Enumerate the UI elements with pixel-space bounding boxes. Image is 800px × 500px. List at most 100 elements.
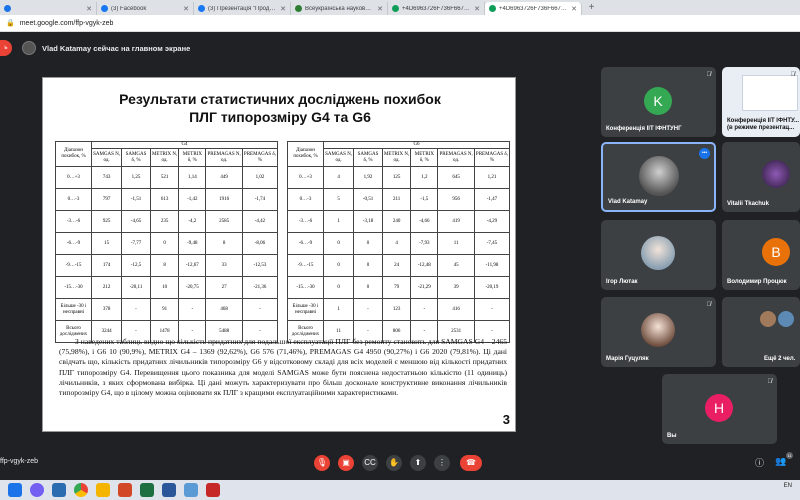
table-cell: 797 — [90, 188, 123, 211]
word-icon[interactable] — [162, 483, 176, 497]
table-cell: 8 — [149, 254, 180, 277]
table-cell: -0,51 — [353, 188, 383, 211]
table-cell: -4,42 — [241, 210, 279, 233]
participant-name: Vitalii Tkachuk — [727, 201, 769, 207]
avatar — [762, 160, 790, 188]
more-participants-label: Ещё 2 чел. — [764, 356, 796, 362]
excel-icon[interactable] — [140, 483, 154, 497]
table-cell: 240 — [381, 210, 412, 233]
table-cell: -15…-30 — [287, 276, 324, 299]
participant-tile[interactable]: Vitalii Tkachuk — [722, 142, 800, 212]
avatar: B — [762, 238, 790, 266]
table-cell: -6…-9 — [55, 232, 92, 255]
table-cell: -1,47 — [473, 188, 511, 211]
participant-tile-more[interactable]: Ещё 2 чел. — [722, 297, 800, 367]
table-cell: 27 — [205, 276, 243, 299]
table-row: -6…-9 15 -7,77 0 -9,48 8 -8,06 — [55, 232, 279, 255]
participant-tile[interactable]: Ігор Лютак — [601, 220, 716, 290]
table-cell: 5 — [322, 188, 355, 211]
table-cell: 0 — [322, 232, 355, 255]
new-tab-button[interactable]: + — [585, 2, 598, 15]
tab-2[interactable]: (3) Презентація "Продукція ROA...✕ — [194, 2, 291, 15]
table-cell: -1,74 — [241, 188, 279, 211]
table-cell: 1,21 — [473, 166, 511, 189]
sheets-favicon-icon — [489, 5, 496, 12]
table-cell: 416 — [437, 298, 475, 321]
stop-presenting-button[interactable]: ь — [0, 40, 12, 56]
table-cell: Більше -30 і несправні — [287, 298, 324, 321]
table-cell: 645 — [437, 166, 475, 189]
table-cell: 125 — [381, 166, 412, 189]
present-button[interactable]: ⬆ — [410, 455, 426, 471]
table-cell: 1,02 — [241, 166, 279, 189]
table-cell: - — [410, 298, 439, 321]
close-tab-icon[interactable]: ✕ — [474, 5, 480, 13]
close-tab-icon[interactable]: ✕ — [377, 5, 383, 13]
people-icon[interactable]: 👥 — [775, 456, 786, 467]
table-cell: 45 — [437, 254, 475, 277]
table-header-group: G6 — [323, 141, 510, 149]
table-cell: -1,51 — [121, 188, 151, 211]
leave-call-button[interactable]: ☎ — [460, 455, 482, 471]
mic-off-icon: 🎙̸ — [706, 302, 712, 308]
start-icon[interactable] — [8, 483, 22, 497]
pdf-icon[interactable] — [206, 483, 220, 497]
tab-5[interactable]: +4D6963726F736F667420506F...✕ — [485, 2, 582, 15]
tab-1[interactable]: (3) Facebook ✕ — [97, 2, 194, 15]
table-cell: 2585 — [205, 210, 243, 233]
system-tray[interactable]: EN — [784, 483, 792, 490]
participant-tile-self[interactable]: H 🎙̸ Вы — [662, 374, 777, 444]
participant-tile[interactable]: K 🎙̸ Конференція ІІТ ІФНТУНГ — [601, 67, 716, 137]
participant-name: Володимир Процюк — [727, 279, 787, 285]
table-cell: 449 — [205, 166, 243, 189]
table-row: Більше -30 і несправні 1-123-416- — [287, 298, 511, 321]
tab-0[interactable]: ✕ — [0, 2, 97, 15]
table-cell: 521 — [149, 166, 180, 189]
tab-4[interactable]: +4D6963726F736F667420506F...✕ — [388, 2, 485, 15]
camera-toggle-button[interactable]: ▣ — [338, 455, 354, 471]
table-cell: -9,48 — [178, 232, 207, 255]
table-cell: -3…-6 — [55, 210, 92, 233]
table-column-header: PREMAGAS N, од. — [205, 148, 243, 167]
table-cell: 212 — [90, 276, 123, 299]
app-icon[interactable] — [184, 483, 198, 497]
powerpoint-icon[interactable] — [118, 483, 132, 497]
captions-button[interactable]: CC — [362, 455, 378, 471]
participant-tile[interactable]: ••• Vlad Katamay — [601, 142, 716, 212]
table-cell: 613 — [149, 188, 180, 211]
table-g4: Діапазон похибок, % G4 SAMGAS N, од. SAMGAS… — [55, 141, 279, 343]
close-tab-icon[interactable]: ✕ — [571, 5, 577, 13]
info-icon[interactable]: ⓘ — [755, 456, 764, 469]
close-tab-icon[interactable]: ✕ — [183, 5, 189, 13]
table-cell: 24 — [381, 254, 412, 277]
close-tab-icon[interactable]: ✕ — [86, 5, 92, 13]
address-bar[interactable]: 🔒 meet.google.com/ffp-vgyk-zeb — [0, 15, 800, 32]
table-row: 0…+3 4 1,92 125 1,2 645 1,21 — [287, 166, 511, 189]
participant-tile[interactable]: 🎙̸ Марія Гуцуляк — [601, 297, 716, 367]
avatar — [641, 313, 675, 347]
viber-icon[interactable] — [30, 483, 44, 497]
file-explorer-icon[interactable] — [96, 483, 110, 497]
participant-name: Марія Гуцуляк — [606, 356, 649, 362]
slide-body-text: З наведених таблиць видно що кількість п… — [59, 337, 507, 398]
table-row: -3…-6 925 -4,65 235 -4,2 2585 -4,42 — [55, 210, 279, 233]
os-taskbar: EN — [0, 480, 800, 500]
table-row: Більше -30 і несправні 378-91-468- — [55, 298, 279, 321]
table-cell: 0 — [353, 254, 383, 277]
more-options-button[interactable]: ⋮ — [434, 455, 450, 471]
chrome-icon[interactable] — [74, 483, 88, 497]
photos-icon[interactable] — [52, 483, 66, 497]
table-header-range: Діапазон похибок, % — [55, 141, 92, 167]
close-tab-icon[interactable]: ✕ — [280, 5, 286, 13]
tab-3[interactable]: Всеукраїнська науково-практи...✕ — [291, 2, 388, 15]
mic-toggle-button[interactable]: 🎙 — [314, 455, 330, 471]
table-cell: 0 — [322, 276, 355, 299]
participant-tile[interactable]: B Володимир Процюк — [722, 220, 800, 290]
raise-hand-button[interactable]: ✋ — [386, 455, 402, 471]
url-text: meet.google.com/ffp-vgyk-zeb — [19, 19, 114, 27]
participant-tile[interactable]: 🎙̸ Конференція ІІТ ІФНТУ... (в режиме пр… — [722, 67, 800, 137]
table-cell: -9…-15 — [55, 254, 92, 277]
table-cell: -4,65 — [121, 210, 151, 233]
table-cell: -7,77 — [121, 232, 151, 255]
table-row: -15…-30 212 -20,11 10 -20,75 27 -21,36 — [55, 276, 279, 299]
